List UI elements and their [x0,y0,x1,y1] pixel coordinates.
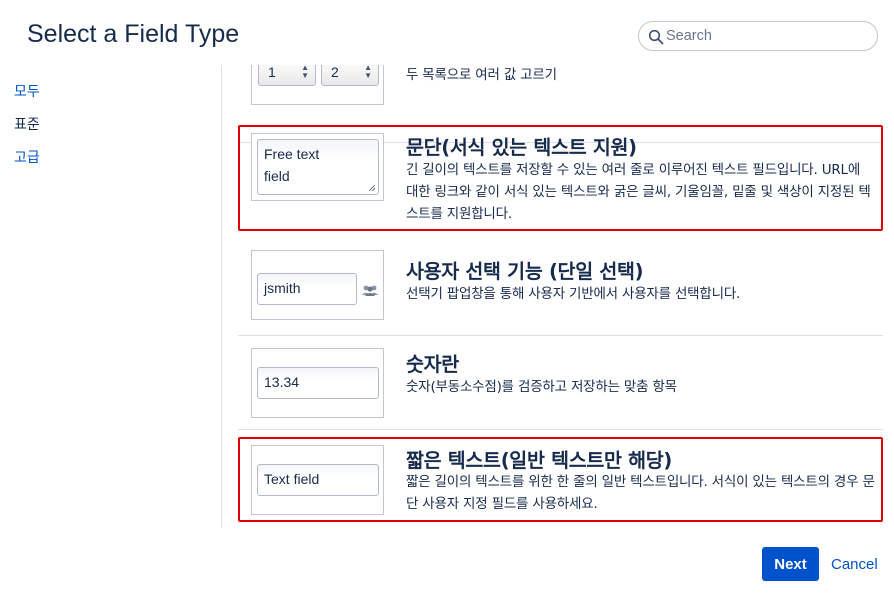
sidebar-item-all[interactable]: 모두 [14,81,40,114]
next-button[interactable]: Next [762,547,819,581]
preview-select-value: 1 [268,65,276,80]
field-preview: 13.34 [251,348,384,418]
field-name: 짧은 텍스트(일반 텍스트만 해당) [406,449,673,472]
search-icon [648,29,664,45]
field-preview: Text field [251,445,384,515]
sidebar-item-standard[interactable]: 표준 [14,114,40,147]
preview-text: Free text [264,146,320,162]
preview-text: 13.34 [264,374,300,390]
preview-text: field [264,168,290,184]
preview-textarea: Free text field [257,139,379,195]
preview-select-1: 1 ▲ ▼ [258,65,316,86]
field-description: 짧은 길이의 텍스트를 위한 한 줄의 일반 텍스트입니다. 서식이 있는 텍스… [406,474,875,512]
preview-input: Text field [257,464,379,496]
select-arrows-icon: ▲ ▼ [364,65,372,80]
field-preview: Free text field [251,133,384,201]
field-type-list: 1 ▲ ▼ 2 ▲ ▼ 두 목록으로 여러 값 고르기 Free text fiel… [238,65,883,525]
sidebar-divider [221,65,222,528]
preview-text: jsmith [264,280,301,296]
search-box[interactable] [638,21,878,51]
field-name: 사용자 선택 기능 (단일 선택) [406,260,644,283]
field-description: 두 목록으로 여러 값 고르기 [406,67,557,83]
field-type-item-number[interactable]: 13.34 숫자란 숫자(부동소수점)를 검증하고 저장하는 맞춤 항목 [238,336,883,430]
sidebar-item-advanced[interactable]: 고급 [14,147,40,180]
field-type-item-user-picker[interactable]: jsmith 사용자 선택 기능 (단일 선택) 선택기 팝업창을 통해 사용자… [238,242,883,336]
field-type-item-paragraph[interactable]: Free text field 문단(서식 있는 텍스트 지원) 긴 길이의 텍… [238,125,883,231]
user-group-icon [362,285,378,296]
category-sidebar: 모두 표준 고급 [14,81,40,180]
resize-grip-icon [368,184,376,192]
field-name: 문단(서식 있는 텍스트 지원) [406,136,637,159]
search-input[interactable] [666,26,866,46]
field-preview: jsmith [251,250,384,320]
field-description: 긴 길이의 텍스트를 저장할 수 있는 여러 줄로 이루어진 텍스트 필드입니다… [406,162,871,222]
preview-text: Text field [264,471,320,487]
dialog-title: Select a Field Type [27,20,240,48]
preview-input: 13.34 [257,367,379,399]
preview-input: jsmith [257,273,357,305]
field-description: 선택기 팝업창을 통해 사용자 기반에서 사용자를 선택합니다. [406,286,741,302]
preview-select-2: 2 ▲ ▼ [321,65,379,86]
field-description: 숫자(부동소수점)를 검증하고 저장하는 맞춤 항목 [406,379,677,395]
field-name: 숫자란 [406,353,459,376]
cancel-link[interactable]: Cancel [831,556,878,573]
field-preview: 1 ▲ ▼ 2 ▲ ▼ [251,65,384,105]
select-arrows-icon: ▲ ▼ [301,65,309,80]
preview-select-value: 2 [331,65,339,80]
field-type-item-short-text[interactable]: Text field 짧은 텍스트(일반 텍스트만 해당) 짧은 길이의 텍스트… [238,437,883,522]
